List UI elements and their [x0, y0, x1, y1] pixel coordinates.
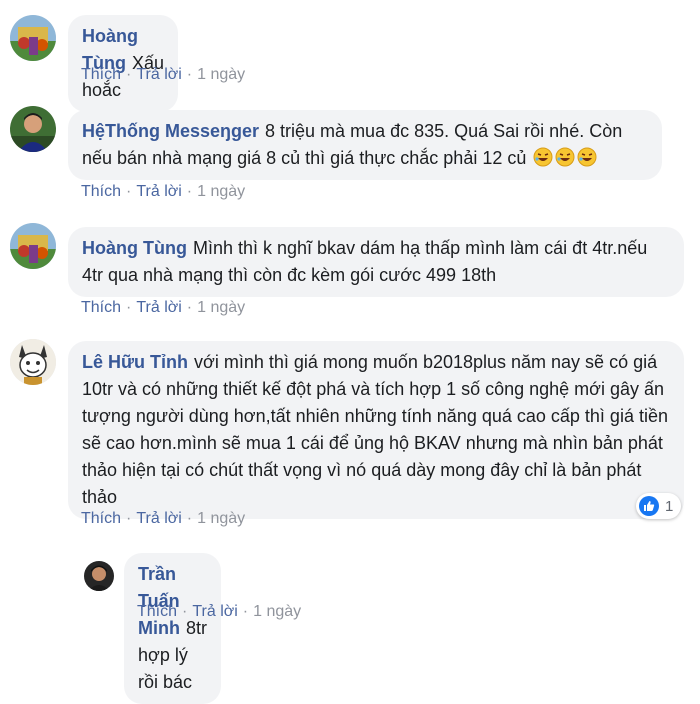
- comment-author[interactable]: Trần Tuấn Minh: [138, 564, 180, 638]
- reply-link[interactable]: Trả lời: [136, 66, 181, 83]
- comment-bubble: Lê Hữu Tỉnh với mình thì giá mong muốn b2…: [68, 341, 684, 519]
- comment-bubble: Trần Tuấn Minh 8tr hợp lý rồi bác: [124, 553, 221, 704]
- separator: ·: [126, 183, 132, 200]
- separator: ·: [182, 603, 188, 620]
- avatar[interactable]: [10, 15, 56, 61]
- reply-link[interactable]: Trả lời: [136, 510, 181, 527]
- comment-bubble: Hoàng Tùng Mình thì k nghĩ bkav dám hạ th…: [68, 227, 684, 297]
- comment-timestamp[interactable]: 1 ngày: [197, 66, 245, 83]
- comment-timestamp[interactable]: 1 ngày: [197, 299, 245, 316]
- separator: ·: [186, 66, 193, 83]
- rolling-on-floor-laughing-emoji: [575, 147, 597, 168]
- like-link[interactable]: Thích: [81, 510, 121, 527]
- comment-author[interactable]: Lê Hữu Tỉnh: [82, 352, 188, 372]
- reply-link[interactable]: Trả lời: [136, 183, 181, 200]
- like-reaction-icon: [639, 496, 659, 516]
- separator: ·: [186, 299, 193, 316]
- avatar[interactable]: [10, 106, 56, 152]
- reply-link[interactable]: Trả lời: [136, 299, 181, 316]
- comment-bubble: HệThống Messeŋger 8 triệu mà mua đc 835. …: [68, 110, 662, 180]
- avatar[interactable]: [10, 339, 56, 385]
- comment-text: với mình thì giá mong muốn b2018plus năm…: [82, 352, 668, 507]
- comment-author[interactable]: HệThống Messeŋger: [82, 121, 259, 141]
- like-link[interactable]: Thích: [81, 66, 121, 83]
- avatar[interactable]: [84, 561, 114, 591]
- rolling-on-floor-laughing-emoji: [531, 147, 553, 168]
- separator: ·: [126, 299, 132, 316]
- reply-link[interactable]: Trả lời: [192, 603, 237, 620]
- comment-actions: Thích · Trả lời · 1 ngày: [81, 66, 245, 84]
- comment-actions: Thích · Trả lời · 1 ngày: [137, 603, 301, 621]
- comment-actions: Thích · Trả lời · 1 ngày: [81, 183, 245, 201]
- separator: ·: [242, 603, 249, 620]
- avatar[interactable]: [10, 223, 56, 269]
- separator: ·: [186, 183, 193, 200]
- separator: ·: [126, 510, 132, 527]
- reaction-count: 1: [665, 497, 674, 515]
- reaction-badge[interactable]: 1: [636, 493, 682, 519]
- like-link[interactable]: Thích: [137, 603, 177, 620]
- separator: ·: [126, 66, 132, 83]
- rolling-on-floor-laughing-emoji: [553, 147, 575, 168]
- comment-bubble: Hoàng Tùng Xấu hoắc: [68, 15, 179, 112]
- comment-author[interactable]: Hoàng Tùng: [82, 238, 187, 258]
- like-link[interactable]: Thích: [81, 299, 121, 316]
- comment-actions: Thích · Trả lời · 1 ngày: [81, 510, 245, 528]
- comment-timestamp[interactable]: 1 ngày: [253, 603, 301, 620]
- separator: ·: [186, 510, 193, 527]
- comment-actions: Thích · Trả lời · 1 ngày: [81, 299, 245, 317]
- comment-timestamp[interactable]: 1 ngày: [197, 510, 245, 527]
- like-link[interactable]: Thích: [81, 183, 121, 200]
- comment-timestamp[interactable]: 1 ngày: [197, 183, 245, 200]
